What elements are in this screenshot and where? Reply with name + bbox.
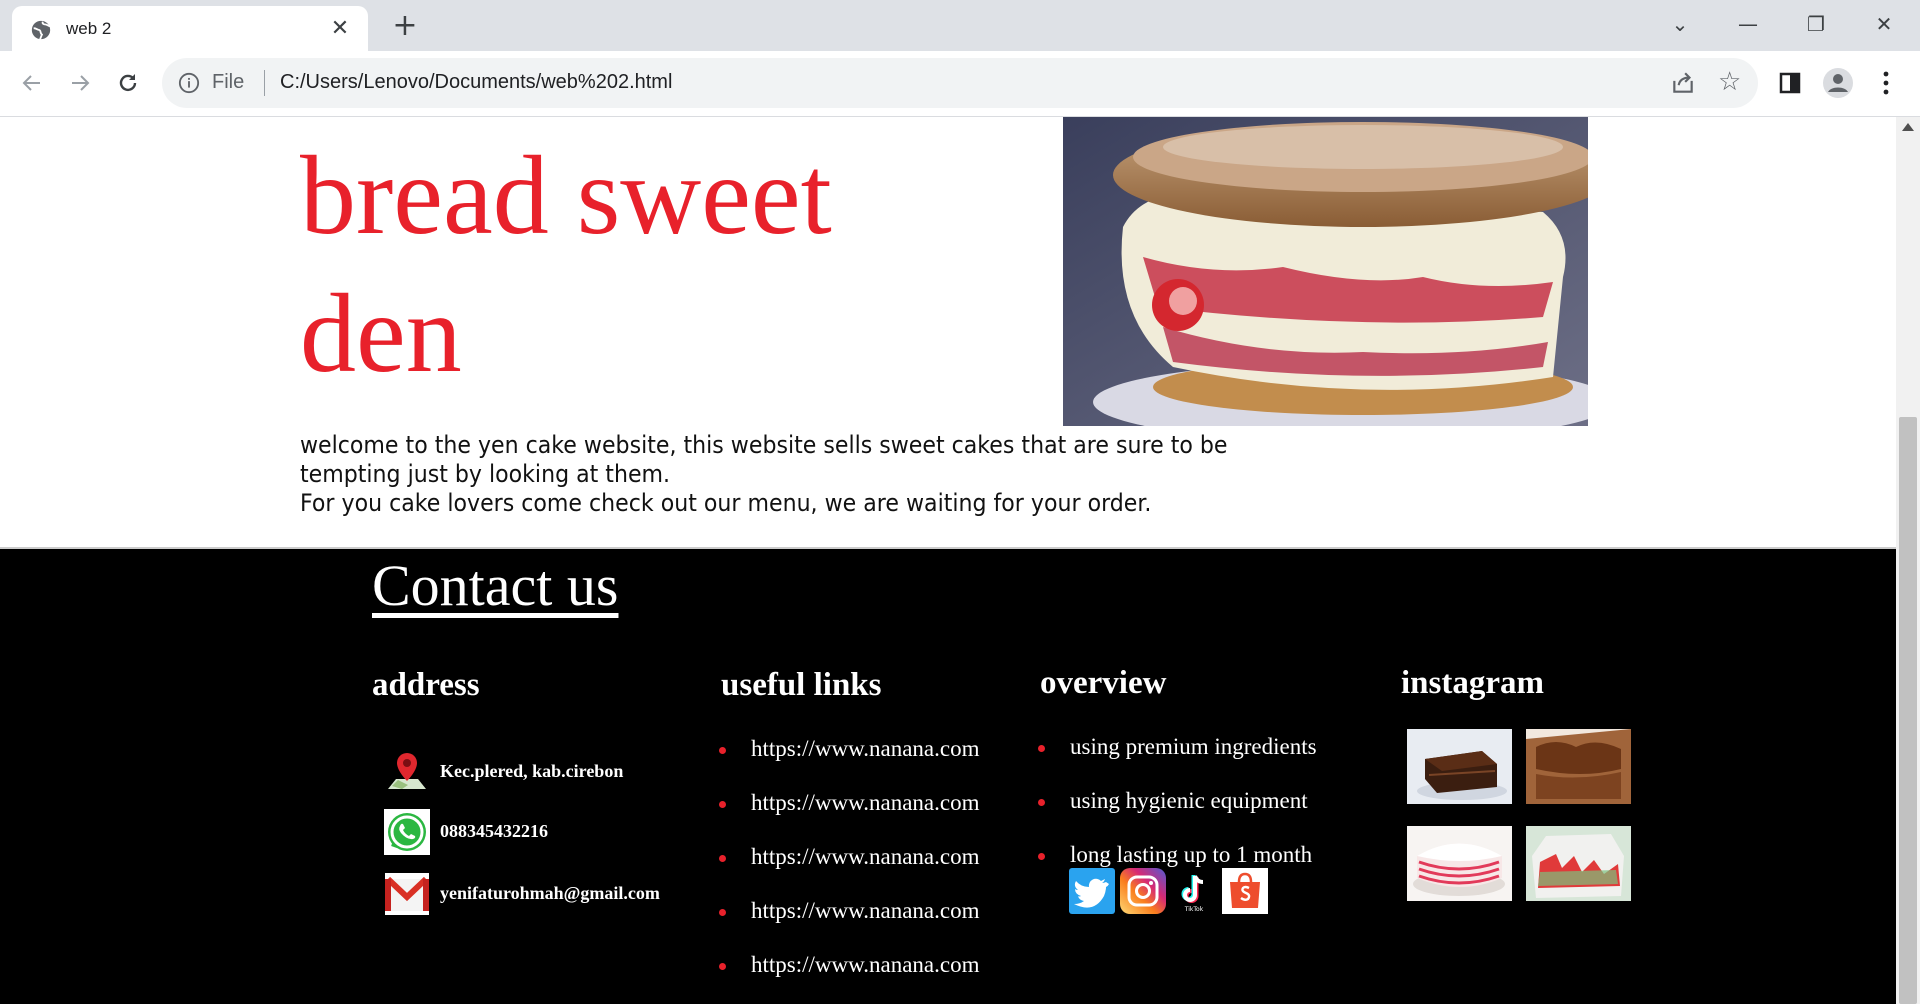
tab-title: web 2 (66, 19, 112, 38)
close-window-button[interactable]: ✕ (1850, 6, 1918, 42)
welcome-text: welcome to the yen cake website, this we… (300, 431, 1229, 518)
whatsapp-icon (384, 809, 430, 855)
useful-link-1[interactable]: https://www.nanana.com (719, 736, 979, 790)
instagram-photo-chocolate-cake[interactable] (1407, 729, 1512, 804)
page-scrollbar[interactable] (1896, 117, 1920, 1004)
tab-close-button[interactable]: ✕ (328, 17, 352, 41)
page-viewport: bread sweet den welcome to the yen cake … (0, 117, 1896, 1004)
instagram-gallery (1407, 729, 1631, 903)
bullet-icon (1038, 745, 1045, 752)
welcome-line-2: For you cake lovers come check out our m… (300, 489, 1152, 517)
reload-icon (119, 74, 137, 92)
gmail-icon (385, 873, 429, 915)
bullet-icon (719, 963, 726, 970)
back-button[interactable] (12, 63, 52, 103)
bullet-icon (719, 855, 726, 862)
contact-title[interactable]: Contact us (372, 552, 618, 619)
useful-link-3-text[interactable]: https://www.nanana.com (751, 844, 979, 869)
overview-heading: overview (1040, 665, 1167, 701)
minimize-button[interactable]: — (1714, 6, 1782, 42)
tab-search-button[interactable]: ⌄ (1646, 6, 1714, 42)
bullet-icon (1038, 799, 1045, 806)
useful-link-4[interactable]: https://www.nanana.com (719, 898, 979, 952)
instagram-heading: instagram (1401, 665, 1544, 701)
instagram-photo-fudge-cake[interactable] (1526, 729, 1631, 804)
bullet-icon (719, 909, 726, 916)
bullet-icon (1038, 853, 1045, 860)
overview-item-3-text: long lasting up to 1 month (1070, 842, 1313, 867)
url-scheme-label: File (212, 71, 245, 93)
share-icon[interactable] (1670, 70, 1696, 96)
hero-cake-image (1063, 117, 1588, 426)
welcome-line-1: welcome to the yen cake website, this we… (300, 431, 1228, 488)
scrollbar-thumb[interactable] (1899, 417, 1917, 1004)
globe-icon (31, 20, 51, 40)
overview-item-1: using premium ingredients (1038, 734, 1317, 788)
instagram-photo-red-velvet-cake[interactable] (1407, 826, 1512, 901)
forward-arrow-icon (72, 75, 90, 91)
tab-strip: web 2 ✕ + ⌄ — ❐ ✕ (0, 0, 1920, 51)
social-icons: TikTok (1069, 868, 1269, 914)
tiktok-icon[interactable]: TikTok (1171, 868, 1217, 914)
shopee-icon[interactable] (1222, 868, 1268, 914)
map-pin-icon (388, 753, 426, 789)
restore-button[interactable]: ❐ (1782, 6, 1850, 42)
useful-link-5-text[interactable]: https://www.nanana.com (751, 952, 979, 977)
browser-toolbar: File C:/Users/Lenovo/Documents/web%202.h… (0, 51, 1920, 117)
instagram-photo-jelly-cake[interactable] (1526, 826, 1631, 901)
url-text[interactable]: C:/Users/Lenovo/Documents/web%202.html (280, 71, 672, 94)
url-separator (264, 70, 265, 96)
scroll-up-arrow-icon[interactable] (1902, 123, 1914, 131)
address-email-text: yenifaturohmah@gmail.com (440, 883, 660, 903)
useful-links-heading: useful links (721, 667, 882, 703)
info-icon[interactable] (178, 72, 200, 94)
forward-button[interactable] (60, 63, 100, 103)
useful-link-2-text[interactable]: https://www.nanana.com (751, 790, 979, 815)
bullet-icon (719, 801, 726, 808)
overview-item-1-text: using premium ingredients (1070, 734, 1317, 759)
useful-link-2[interactable]: https://www.nanana.com (719, 790, 979, 844)
address-bar[interactable]: File C:/Users/Lenovo/Documents/web%202.h… (162, 58, 1758, 108)
address-heading: address (372, 667, 480, 703)
instagram-icon[interactable] (1120, 868, 1166, 914)
browser-tab[interactable]: web 2 ✕ (12, 6, 368, 51)
star-icon[interactable]: ☆ (1718, 68, 1741, 96)
bullet-icon (719, 747, 726, 754)
back-arrow-icon (22, 75, 40, 91)
useful-link-1-text[interactable]: https://www.nanana.com (751, 736, 979, 761)
address-phone-text: 088345432216 (440, 821, 548, 841)
profile-icon[interactable] (1822, 67, 1854, 99)
twitter-icon[interactable] (1069, 868, 1115, 914)
useful-link-5[interactable]: https://www.nanana.com (719, 952, 979, 1004)
tiktok-caption: TikTok (1184, 906, 1204, 913)
useful-link-4-text[interactable]: https://www.nanana.com (751, 898, 979, 923)
overview-item-2: using hygienic equipment (1038, 788, 1317, 842)
overview-item-2-text: using hygienic equipment (1070, 788, 1308, 813)
sidepanel-icon[interactable] (1774, 67, 1806, 99)
useful-links-list: https://www.nanana.com https://www.nanan… (719, 736, 979, 1004)
address-location-text: Kec.plered, kab.cirebon (440, 761, 624, 781)
useful-link-3[interactable]: https://www.nanana.com (719, 844, 979, 898)
menu-icon[interactable] (1870, 67, 1902, 99)
reload-button[interactable] (108, 63, 148, 103)
contact-footer: Contact us address Kec.plered, kab.cireb… (0, 547, 1896, 1004)
new-tab-button[interactable]: + (388, 10, 422, 44)
site-title: bread sweet den (300, 134, 832, 396)
